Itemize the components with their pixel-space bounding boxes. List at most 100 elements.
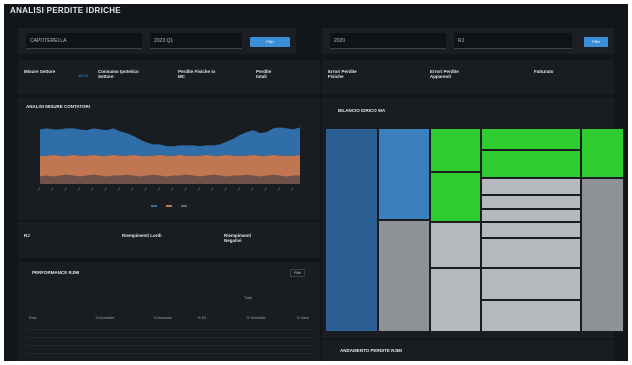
treemap-cell[interactable] bbox=[481, 128, 581, 150]
treemap-cell[interactable] bbox=[430, 172, 481, 222]
kpi-card: Errori Perdite Apparenti bbox=[430, 60, 526, 94]
kpi-card: Errori Perdite Fisiche bbox=[328, 60, 424, 94]
kpi-label: Consumo Ipotetico Settore bbox=[98, 69, 139, 79]
table-cell bbox=[174, 337, 210, 346]
legend-swatch bbox=[180, 205, 187, 208]
table-row[interactable] bbox=[26, 321, 312, 330]
treemap-cell[interactable] bbox=[430, 268, 481, 332]
treemap-cell[interactable] bbox=[481, 300, 581, 332]
treemap-cell[interactable] bbox=[481, 238, 581, 268]
kpi-value bbox=[372, 73, 424, 79]
performance-table: Rete % Accettate % Anomale % RJ % Sostit… bbox=[26, 309, 312, 354]
trend-title: ANDAMENTO PERDITE RJMI bbox=[340, 348, 402, 353]
kpi-card: Perdite Fisiche in MC bbox=[178, 60, 242, 94]
kpi-card: Riempimenti Lordi bbox=[122, 224, 220, 258]
table-cell bbox=[268, 345, 312, 354]
table-cell bbox=[58, 337, 118, 346]
treemap-cell[interactable] bbox=[481, 222, 581, 238]
column-header[interactable]: % Accettate bbox=[58, 309, 117, 321]
filter-field-left-b[interactable]: 2023 Q1 bbox=[150, 33, 242, 49]
table-cell bbox=[117, 337, 175, 346]
legend-swatch bbox=[151, 205, 158, 208]
x-tick bbox=[64, 186, 67, 192]
kpi-value bbox=[84, 237, 114, 243]
column-header[interactable]: % Sostituite bbox=[209, 309, 268, 321]
performance-group-label: Totali bbox=[244, 296, 252, 300]
table-cell bbox=[174, 329, 210, 338]
filter-value: 2020 bbox=[334, 38, 346, 44]
filter-field-right-b[interactable]: RJ bbox=[454, 33, 572, 49]
apply-filter-button-left[interactable]: Filtri bbox=[250, 37, 290, 47]
table-row[interactable] bbox=[26, 329, 312, 338]
treemap-cell[interactable] bbox=[481, 150, 581, 178]
column-header[interactable]: Rete bbox=[26, 309, 58, 321]
treemap-cell[interactable] bbox=[581, 128, 624, 178]
kpi-label: Riempimenti Negativi bbox=[224, 233, 252, 243]
kpi-bar-left: Misure Settore 48.22 Consumo Ipotetico S… bbox=[18, 60, 320, 94]
table-header-row: Rete % Accettate % Anomale % RJ % Sostit… bbox=[26, 309, 312, 321]
table-cell bbox=[58, 321, 118, 330]
filter-bar-right: 2020 RJ Filtri bbox=[322, 28, 614, 54]
table-cell bbox=[58, 329, 118, 338]
kpi-card: RJ bbox=[24, 224, 120, 258]
kpi-label: RJ bbox=[24, 233, 30, 238]
treemap-cell[interactable] bbox=[325, 128, 378, 332]
kpi-value bbox=[218, 73, 238, 79]
treemap-cell[interactable] bbox=[481, 178, 581, 195]
x-tick bbox=[251, 186, 254, 192]
treemap-cell[interactable] bbox=[481, 268, 581, 300]
table-cell bbox=[174, 345, 210, 354]
kpi-label: Perdite Fisiche in MC bbox=[178, 69, 216, 79]
table-cell bbox=[58, 345, 118, 354]
x-tick bbox=[224, 186, 227, 192]
column-header[interactable]: % Anomale bbox=[117, 309, 174, 321]
kpi-value bbox=[478, 73, 526, 79]
kpi-card: Consumo Ipotetico Settore bbox=[98, 60, 176, 94]
filter-field-left-a[interactable]: CAPOTERELLA bbox=[26, 33, 142, 49]
kpi-label: Errori Perdite Apparenti bbox=[430, 69, 459, 79]
table-cell bbox=[209, 329, 269, 338]
column-header[interactable]: % Varie bbox=[269, 309, 313, 321]
treemap-cell[interactable] bbox=[378, 220, 430, 332]
x-tick bbox=[277, 186, 281, 192]
filter-field-right-a[interactable]: 2020 bbox=[330, 33, 446, 49]
kpi-value bbox=[570, 73, 612, 79]
apply-filter-button-right[interactable]: Filtri bbox=[584, 37, 608, 47]
area-series-top[interactable] bbox=[40, 127, 300, 156]
treemap-cell[interactable] bbox=[481, 209, 581, 222]
kpi-strip-mid: RJ Riempimenti Lordi Riempimenti Negativ… bbox=[18, 222, 320, 258]
kpi-label: Errori Perdite Fisiche bbox=[328, 69, 357, 79]
filter-value: CAPOTERELLA bbox=[30, 38, 67, 44]
x-tick bbox=[237, 186, 241, 192]
dashboard: ANALISI PERDITE IDRICHE CAPOTERELLA 2023… bbox=[4, 4, 628, 361]
column-header[interactable]: % RJ bbox=[175, 309, 210, 321]
filter-value: 2023 Q1 bbox=[154, 38, 174, 44]
treemap-cell[interactable] bbox=[378, 128, 430, 220]
kpi-label: Riempimenti Lordi bbox=[122, 233, 162, 238]
table-cell bbox=[209, 321, 269, 330]
table-cell bbox=[26, 337, 59, 346]
x-tick bbox=[144, 186, 147, 192]
kpi-card: Riempimenti Negativi bbox=[224, 224, 316, 258]
x-tick bbox=[171, 186, 174, 192]
treemap-cell[interactable] bbox=[481, 195, 581, 209]
x-tick bbox=[291, 186, 294, 192]
treemap-cell[interactable] bbox=[430, 222, 481, 268]
table-cell bbox=[26, 321, 59, 330]
chart-legend bbox=[18, 204, 320, 208]
legend-swatch bbox=[166, 205, 172, 208]
table-row[interactable] bbox=[26, 337, 312, 346]
treemap-cell[interactable] bbox=[581, 178, 624, 332]
area-chart bbox=[37, 127, 300, 192]
kpi-card: Fatturato bbox=[534, 60, 612, 94]
x-tick bbox=[117, 186, 121, 192]
table-cell bbox=[26, 345, 59, 354]
table-cell bbox=[209, 337, 269, 346]
table-row[interactable] bbox=[26, 345, 312, 354]
x-tick bbox=[51, 186, 54, 192]
performance-filter-button[interactable]: Filtri bbox=[290, 269, 305, 277]
treemap-cell[interactable] bbox=[430, 128, 481, 172]
kpi-label: Fatturato bbox=[534, 69, 554, 74]
kpi-label: Misure Settore bbox=[24, 69, 56, 74]
table-cell bbox=[117, 321, 175, 330]
